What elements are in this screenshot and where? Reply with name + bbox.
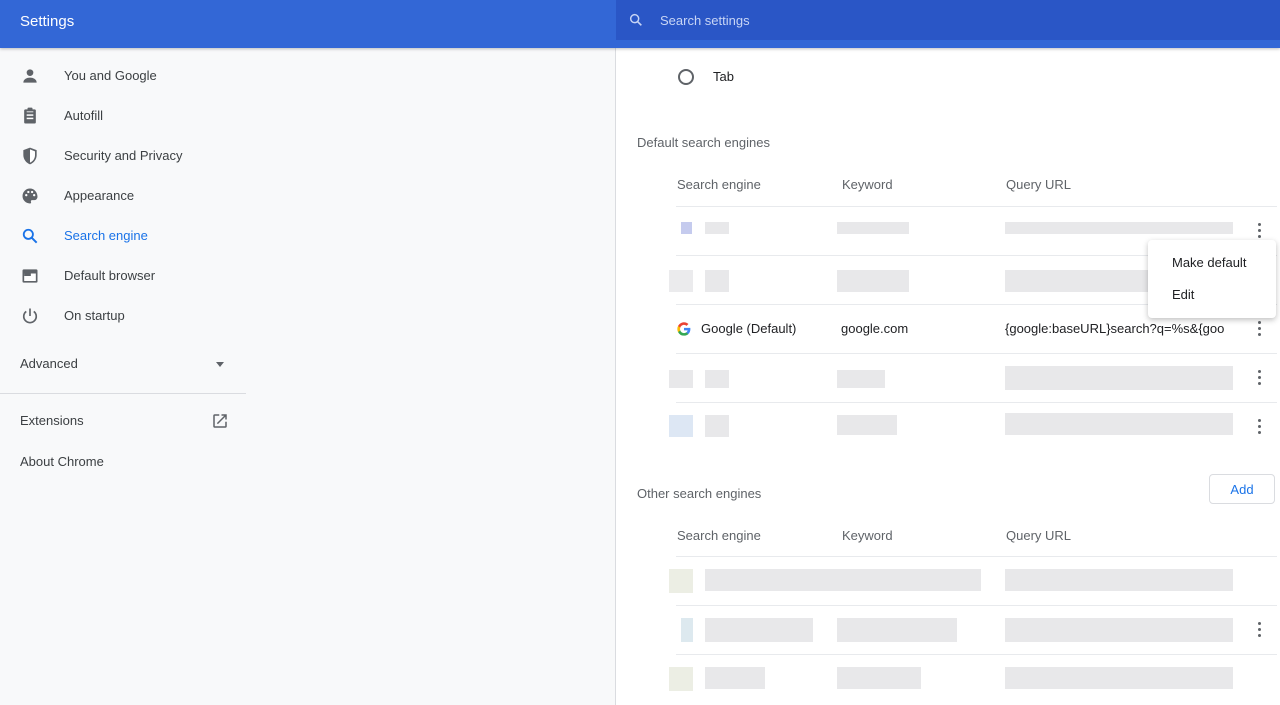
table-row: [676, 606, 1280, 655]
about-chrome-link[interactable]: About Chrome: [20, 454, 104, 469]
shield-icon: [23, 147, 37, 165]
power-icon: [22, 308, 38, 324]
context-menu: Make default Edit: [1148, 240, 1276, 318]
person-icon: [23, 69, 37, 83]
col-query-url: Query URL: [1006, 528, 1072, 543]
table-row: [669, 403, 1280, 452]
search-bar[interactable]: [616, 0, 1280, 40]
engine-name: Google (Default): [701, 321, 797, 336]
palette-icon: [22, 188, 38, 204]
app-title: Settings: [20, 13, 75, 30]
search-icon: [22, 228, 38, 244]
sidebar-item-you-and-google[interactable]: You and Google: [0, 56, 246, 96]
search-icon: [629, 13, 642, 26]
sidebar-item-label: Autofill: [64, 108, 104, 123]
advanced-label: Advanced: [20, 356, 78, 371]
sidebar-item-autofill[interactable]: Autofill: [0, 96, 246, 136]
open-in-new-icon[interactable]: [211, 412, 229, 430]
more-actions-icon[interactable]: [1257, 223, 1261, 239]
sidebar-item-label: Security and Privacy: [64, 148, 183, 163]
sidebar-item-security[interactable]: Security and Privacy: [0, 136, 246, 176]
sidebar-item-label: Default browser: [64, 268, 156, 283]
sidebar-item-label: You and Google: [64, 68, 157, 83]
sidebar-item-on-startup[interactable]: On startup: [0, 296, 246, 336]
sidebar-item-label: Appearance: [64, 188, 135, 203]
sidebar-divider: [0, 393, 246, 394]
browser-window-icon: [22, 269, 38, 283]
sidebar-item-appearance[interactable]: Appearance: [0, 176, 246, 216]
more-actions-icon[interactable]: [1257, 622, 1261, 638]
other-engines-title: Other search engines: [637, 486, 762, 501]
table-row: [669, 557, 1280, 606]
google-logo-icon: [677, 322, 691, 336]
radio-tab-label: Tab: [713, 69, 734, 84]
sidebar-item-search-engine[interactable]: Search engine: [0, 216, 246, 256]
search-input[interactable]: [660, 0, 1260, 40]
extensions-link[interactable]: Extensions: [20, 413, 84, 428]
engine-query-url: {google:baseURL}search?q=%s&{google:RLZ}: [1005, 321, 1224, 336]
menu-item-edit[interactable]: Edit: [1172, 287, 1194, 302]
table-row: [669, 655, 1280, 704]
sidebar-item-label: Search engine: [64, 228, 148, 243]
main-content: Tab Default search engines Search engine…: [615, 40, 1280, 705]
engine-keyword: google.com: [841, 321, 909, 336]
more-actions-icon[interactable]: [1257, 321, 1261, 337]
col-query-url: Query URL: [1006, 177, 1072, 192]
sidebar-item-default-browser[interactable]: Default browser: [0, 256, 246, 296]
col-search-engine: Search engine: [677, 177, 761, 192]
sidebar-item-label: On startup: [64, 308, 125, 323]
sidebar: You and Google Autofill Security and Pri…: [0, 48, 246, 705]
clipboard-icon: [24, 107, 36, 124]
radio-tab[interactable]: [678, 69, 694, 85]
col-keyword: Keyword: [842, 528, 893, 543]
col-search-engine: Search engine: [677, 528, 761, 543]
default-engines-title: Default search engines: [637, 135, 770, 150]
advanced-toggle[interactable]: Advanced: [20, 356, 230, 372]
table-row: [669, 354, 1280, 403]
caret-down-icon: [216, 362, 224, 367]
add-search-engine-button[interactable]: Add: [1209, 474, 1275, 504]
more-actions-icon[interactable]: [1257, 370, 1261, 386]
more-actions-icon[interactable]: [1257, 419, 1261, 435]
menu-item-make-default[interactable]: Make default: [1172, 255, 1246, 270]
col-keyword: Keyword: [842, 177, 893, 192]
